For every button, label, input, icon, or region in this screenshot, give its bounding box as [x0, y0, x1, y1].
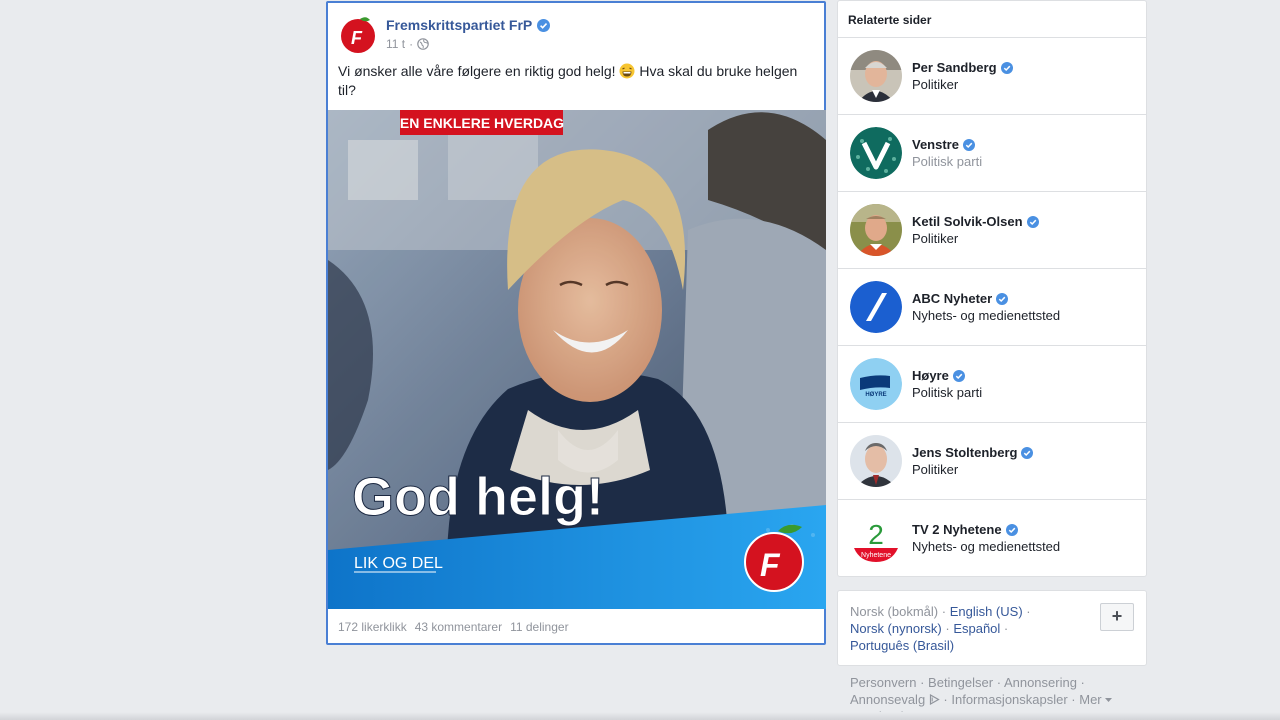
laughing-emoji-icon: [619, 63, 635, 79]
related-page-item[interactable]: HØYRE Høyre Politisk parti: [838, 346, 1146, 423]
related-page-category: Politiker: [912, 462, 959, 477]
meta-separator: ·: [409, 37, 414, 51]
verified-badge-icon: [1005, 523, 1018, 536]
related-page-name[interactable]: Venstre: [912, 137, 975, 152]
post-author-name[interactable]: Fremskrittspartiet FrP: [386, 17, 532, 33]
related-page-name[interactable]: Jens Stoltenberg: [912, 445, 1034, 460]
page-name-text[interactable]: ABC Nyheter: [912, 291, 992, 306]
related-pages-panel: Relaterte sider Per Sandberg Politiker V…: [837, 0, 1147, 577]
footer-link-cookies[interactable]: Informasjonskapsler: [951, 692, 1067, 707]
related-page-name[interactable]: Høyre: [912, 368, 965, 383]
footer-link-advertising[interactable]: Annonsering: [1004, 675, 1077, 690]
post-text-part-1: Vi ønsker alle våre følgere en riktig go…: [338, 63, 616, 79]
adchoices-icon[interactable]: [929, 693, 940, 706]
tv2-logo-text: Nyhetene: [861, 552, 891, 559]
related-page-category: Politiker: [912, 77, 959, 92]
post-card: F Fremskrittspartiet FrP 11 t · Vi ønske…: [326, 1, 826, 645]
related-page-item[interactable]: 2 Nyhetene TV 2 Nyhetene Nyhets- og medi…: [838, 500, 1146, 577]
tv2-nyhetene-logo[interactable]: 2 Nyhetene: [850, 512, 902, 564]
post-photo[interactable]: EN ENKLERE HVERDAG God helg! LIK OG DEL …: [328, 110, 826, 609]
language-panel: Norsk (bokmål) · English (US) · Norsk (n…: [837, 590, 1147, 666]
related-page-item[interactable]: Jens Stoltenberg Politiker: [838, 423, 1146, 500]
related-page-item[interactable]: Ketil Solvik-Olsen Politiker: [838, 192, 1146, 269]
page-name-text[interactable]: Ketil Solvik-Olsen: [912, 214, 1023, 229]
post-stats: 172 likerklikk 43 kommentarer 11 delinge…: [338, 620, 569, 634]
shares-count[interactable]: 11 delinger: [510, 620, 569, 634]
frp-logo-text: F: [351, 28, 363, 48]
language-option-english[interactable]: English (US): [950, 604, 1023, 619]
chevron-down-icon[interactable]: [1105, 698, 1113, 703]
verified-badge-icon: [537, 18, 551, 32]
related-page-category: Politisk parti: [912, 385, 983, 400]
venstre-logo[interactable]: [850, 127, 902, 179]
related-page-category: Nyhets- og medienettsted: [912, 308, 1061, 323]
page-avatar[interactable]: F: [338, 14, 378, 54]
related-page-name[interactable]: ABC Nyheter: [912, 291, 1009, 306]
current-language: Norsk (bokmål): [850, 604, 939, 619]
tv2-logo-number: 2: [868, 519, 884, 550]
related-page-category: Politiker: [912, 231, 959, 246]
post-timestamp[interactable]: 11 t: [386, 37, 405, 51]
page-name-text[interactable]: Venstre: [912, 137, 959, 152]
image-headline: God helg!: [352, 467, 604, 527]
abc-nyheter-logo[interactable]: [850, 281, 902, 333]
related-page-name[interactable]: Per Sandberg: [912, 60, 1013, 75]
hoyre-logo-text: HØYRE: [865, 392, 886, 398]
footer-link-terms[interactable]: Betingelser: [928, 675, 993, 690]
post-text: Vi ønsker alle våre følgere en riktig go…: [338, 62, 818, 100]
language-option-nynorsk[interactable]: Norsk (nynorsk): [850, 621, 942, 636]
post-author-link[interactable]: Fremskrittspartiet FrP: [386, 17, 551, 33]
verified-badge-icon: [962, 138, 975, 151]
add-language-button[interactable]: +: [1100, 603, 1134, 631]
jens-stoltenberg-avatar[interactable]: [850, 435, 902, 487]
footer-link-privacy[interactable]: Personvern: [850, 675, 916, 690]
per-sandberg-avatar[interactable]: [850, 50, 902, 102]
verified-badge-icon: [1000, 61, 1013, 74]
language-option-espanol[interactable]: Español: [953, 621, 1000, 636]
verified-badge-icon: [996, 292, 1009, 305]
page-name-text[interactable]: Jens Stoltenberg: [912, 445, 1017, 460]
comments-count[interactable]: 43 kommentarer: [415, 620, 502, 634]
viewport-bottom-shadow: [0, 712, 1280, 720]
verified-badge-icon: [1026, 215, 1039, 228]
post-header: F Fremskrittspartiet FrP 11 t ·: [338, 14, 808, 58]
related-page-item[interactable]: Per Sandberg Politiker: [838, 38, 1146, 115]
language-option-portugues[interactable]: Português (Brasil): [850, 638, 954, 653]
related-page-item[interactable]: ABC Nyheter Nyhets- og medienettsted: [838, 269, 1146, 346]
post-meta: 11 t ·: [386, 37, 429, 51]
hoyre-logo[interactable]: HØYRE: [850, 358, 902, 410]
page-name-text[interactable]: Høyre: [912, 368, 949, 383]
image-banner-text: EN ENKLERE HVERDAG: [400, 115, 564, 131]
related-page-name[interactable]: TV 2 Nyhetene: [912, 522, 1018, 537]
related-page-name[interactable]: Ketil Solvik-Olsen: [912, 214, 1039, 229]
verified-badge-icon: [1021, 446, 1034, 459]
globe-icon[interactable]: [417, 38, 429, 50]
page-name-text[interactable]: Per Sandberg: [912, 60, 997, 75]
language-list: Norsk (bokmål) · English (US) · Norsk (n…: [850, 604, 1031, 653]
verified-badge-icon: [952, 369, 965, 382]
likes-count[interactable]: 172 likerklikk: [338, 620, 407, 634]
ketil-solvik-olsen-avatar[interactable]: [850, 204, 902, 256]
image-subline: LIK OG DEL: [354, 555, 443, 572]
footer-link-adchoices[interactable]: Annonsevalg: [850, 692, 925, 707]
related-page-item[interactable]: Venstre Politisk parti: [838, 115, 1146, 192]
footer-link-more[interactable]: Mer: [1079, 692, 1101, 707]
page-name-text[interactable]: TV 2 Nyhetene: [912, 522, 1002, 537]
image-logo-text: F: [760, 547, 781, 583]
related-page-category: Nyhets- og medienettsted: [912, 539, 1061, 554]
related-page-category: Politisk parti: [912, 154, 983, 169]
related-pages-title: Relaterte sider: [838, 1, 1146, 38]
